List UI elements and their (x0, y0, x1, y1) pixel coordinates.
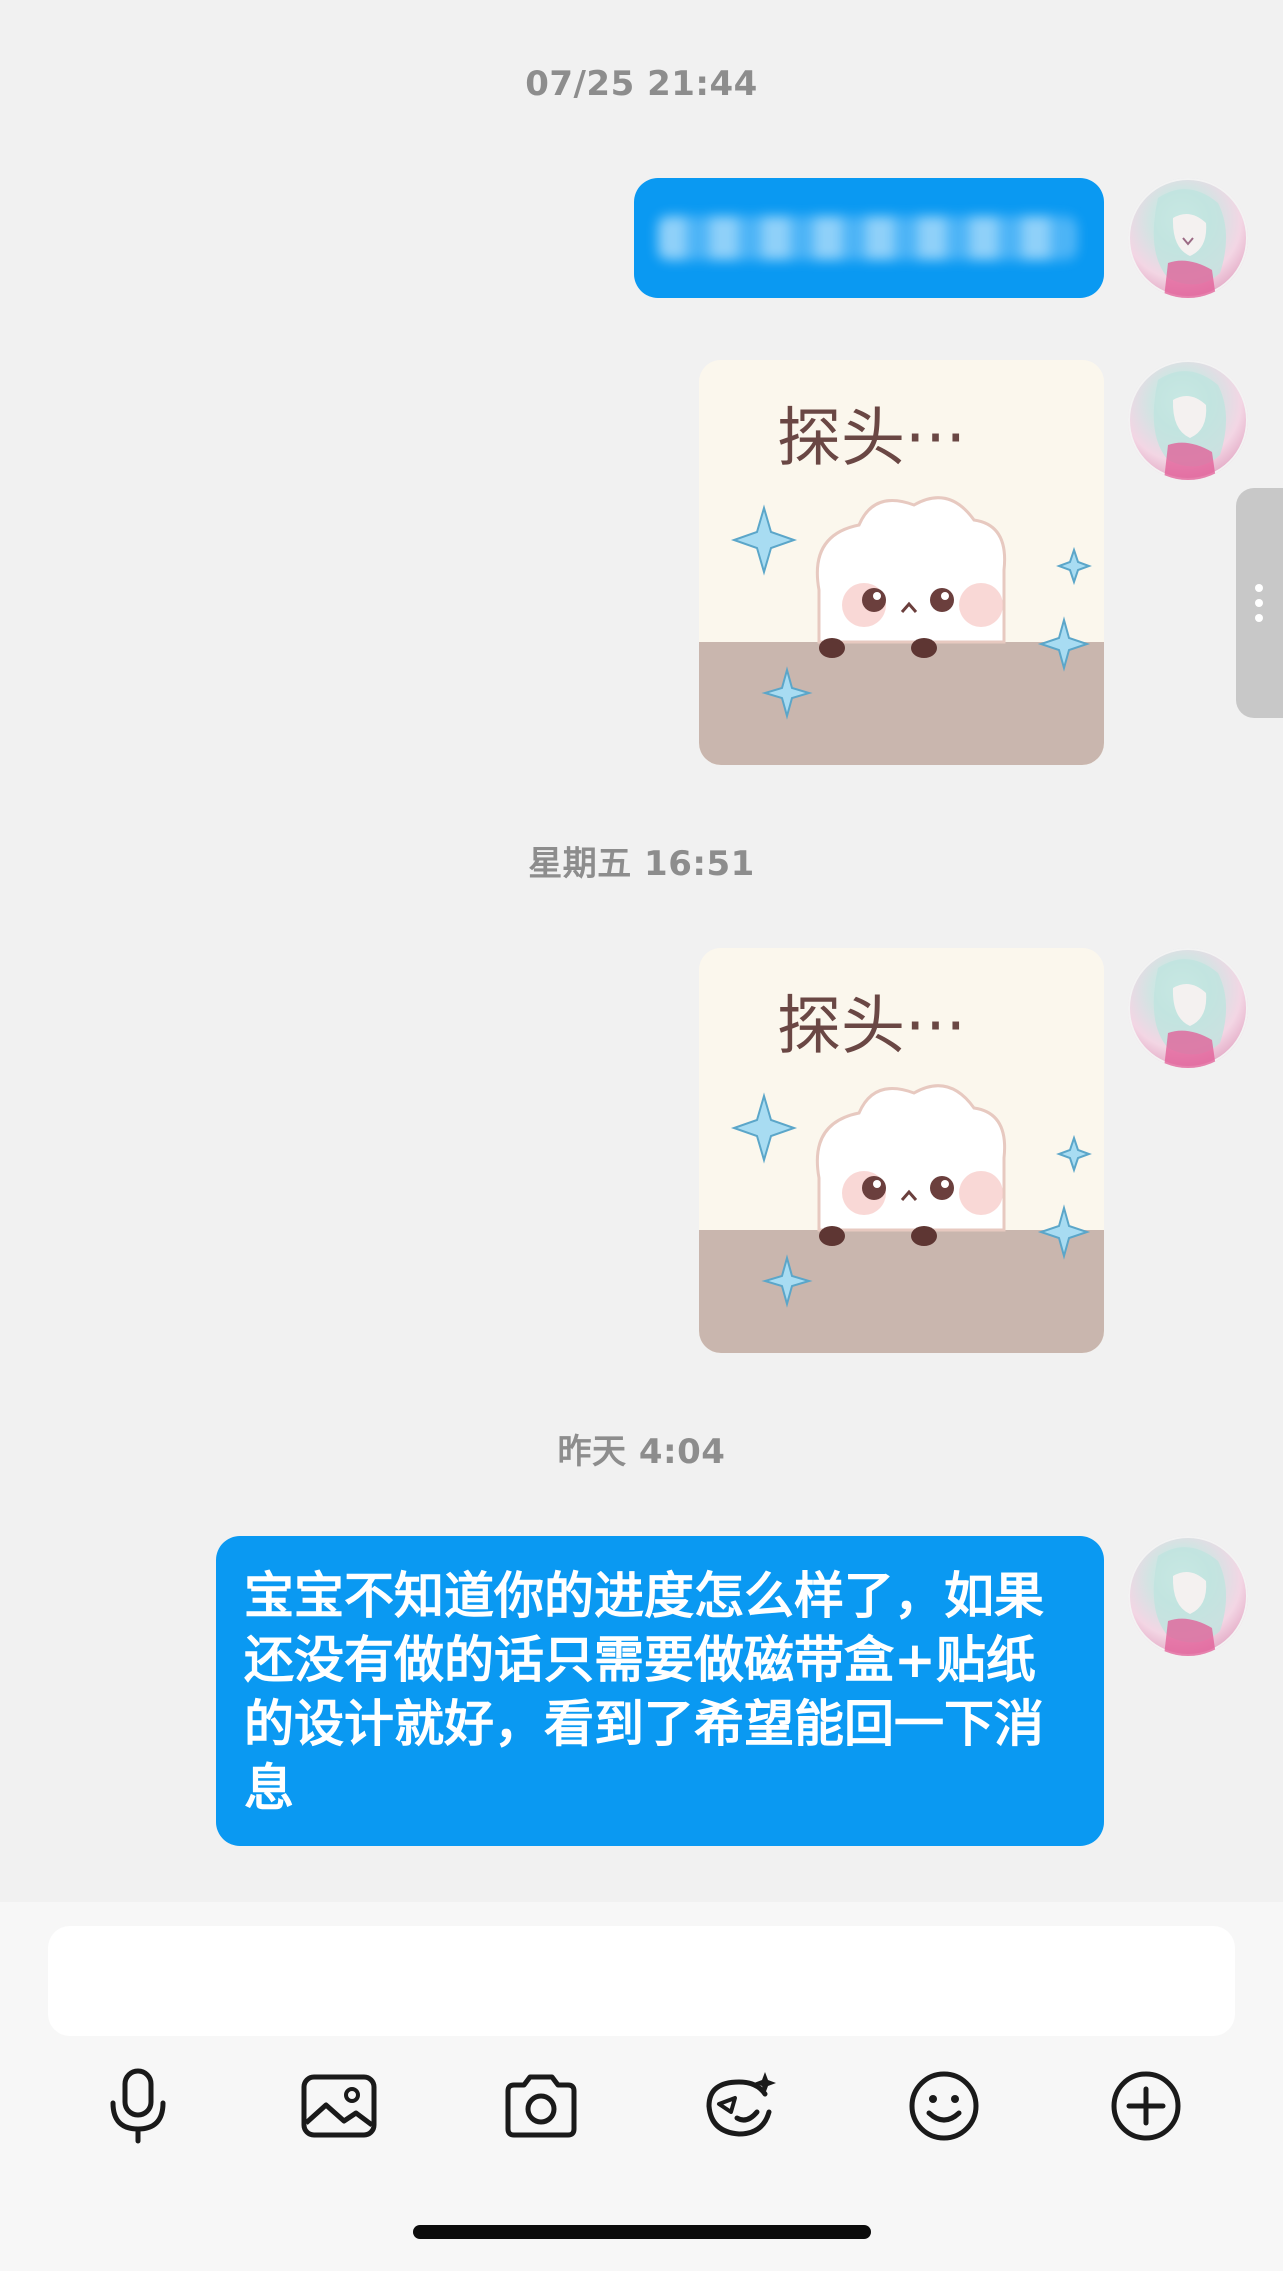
emoji-sparkle-icon[interactable] (701, 2066, 781, 2146)
plus-circle-icon[interactable] (1106, 2066, 1186, 2146)
image-icon[interactable] (299, 2066, 379, 2146)
sticker-caption: 探头··· (777, 402, 966, 476)
microphone-icon[interactable] (98, 2066, 178, 2146)
timestamp: 昨天 4:04 (557, 1432, 726, 1472)
avatar[interactable] (1128, 1536, 1248, 1656)
message-input[interactable] (48, 1926, 1235, 2036)
composer (0, 1902, 1283, 2271)
avatar-image (1153, 1547, 1227, 1656)
sticker-message[interactable]: 探头··· (699, 948, 1104, 1353)
avatar[interactable] (1128, 178, 1248, 298)
more-dots-icon (1255, 584, 1263, 629)
blurred-text (658, 216, 1076, 260)
home-indicator (413, 2225, 871, 2239)
camera-icon[interactable] (501, 2066, 581, 2146)
timestamp: 星期五 16:51 (528, 844, 755, 884)
message-bubble-text[interactable]: 宝宝不知道你的进度怎么样了，如果还没有做的话只需要做磁带盒+贴纸的设计就好，看到… (216, 1536, 1104, 1846)
avatar[interactable] (1128, 360, 1248, 480)
sticker-caption: 探头··· (777, 990, 966, 1064)
cloud-peek-sticker: 探头··· (699, 948, 1104, 1353)
avatar-image (1153, 189, 1227, 298)
sticker-message[interactable]: 探头··· (699, 360, 1104, 765)
avatar[interactable] (1128, 948, 1248, 1068)
timestamp: 07/25 21:44 (525, 64, 758, 104)
avatar-image (1153, 959, 1227, 1068)
cloud-peek-sticker: 探头··· (699, 360, 1104, 765)
message-text: 宝宝不知道你的进度怎么样了，如果还没有做的话只需要做磁带盒+贴纸的设计就好，看到… (244, 1567, 1044, 1817)
side-panel-handle[interactable] (1236, 488, 1283, 718)
smile-icon[interactable] (904, 2066, 984, 2146)
avatar-image (1153, 371, 1227, 480)
message-bubble-blurred[interactable] (634, 178, 1104, 298)
